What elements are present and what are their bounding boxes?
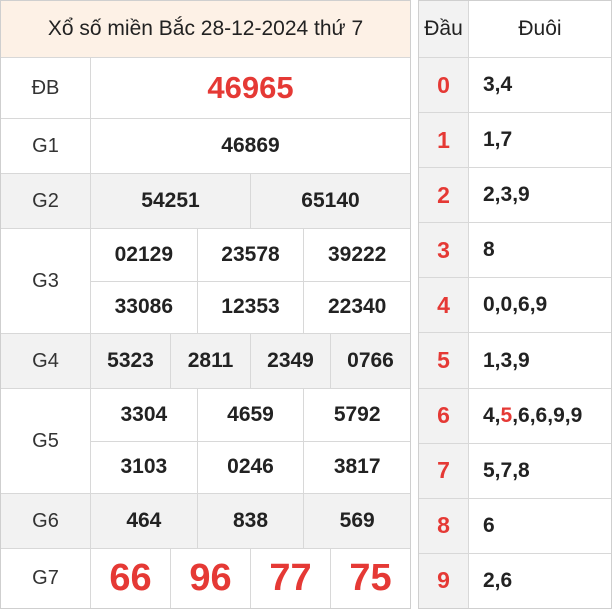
- loto-head-column-title: Đầu: [419, 1, 469, 57]
- prize-value-g4: 2811: [170, 334, 250, 388]
- prize-label-g5: G5: [1, 389, 91, 493]
- prize-value-g5: 5792: [303, 389, 410, 441]
- prize-value-g4: 5323: [107, 349, 154, 372]
- loto-head-digit: 7: [419, 443, 469, 498]
- loto-tail-digits: 2,3,9: [469, 168, 611, 222]
- loto-row: 86: [419, 498, 611, 554]
- prize-label-g3: G3: [1, 229, 91, 333]
- loto-tail-highlight: 5: [500, 403, 513, 427]
- loto-head-digit: 9: [419, 553, 469, 608]
- loto-row: 4 0,0,6,9: [419, 278, 611, 334]
- loto-tail-segment: 1,7: [483, 128, 513, 152]
- prize-value-g3: 39222: [303, 229, 410, 281]
- prize-value-g5: 4659: [196, 389, 304, 441]
- prize-label-g1: G1: [1, 119, 91, 173]
- prize-label-g6: G6: [1, 494, 91, 548]
- prize-value-db: 46965: [207, 70, 294, 105]
- prize-row-g2: G2 54251 65140: [1, 174, 410, 229]
- prize-row-g4: G4 5323 2811 2349 0766: [1, 334, 410, 389]
- prize-row-g1: G1 46869: [1, 119, 410, 174]
- loto-tail-digits: 3,4: [469, 58, 611, 112]
- loto-row: 0 3,4: [419, 58, 611, 114]
- prize-row-g3: G3 02129 23578 39222 33086 12353 22340: [1, 229, 410, 334]
- prize-value-g5: 3817: [303, 441, 410, 493]
- loto-tail-segment: 3,4: [483, 73, 513, 97]
- prize-value-g3: 23578: [196, 229, 304, 281]
- prize-value-g6: 569: [303, 494, 410, 548]
- loto-tail-digits: 1,7: [469, 113, 611, 167]
- loto-tail-digits: 5,7,8: [469, 444, 611, 498]
- loto-row: 7 5,7,8: [419, 443, 611, 499]
- loto-tail-segment: 0,0,6,9: [483, 293, 548, 317]
- prize-row-g6: G6 464 838 569: [1, 494, 410, 549]
- loto-table: Đầu Đuôi 0 3,4 1 1,7 2 2,3,9 3 8 4 0,0,6,9 5 1,3,9 6…: [418, 0, 612, 609]
- loto-tail-column-title: Đuôi: [518, 17, 562, 40]
- loto-head-digit: 8: [419, 498, 469, 553]
- loto-tail-digits: 4, 5,6,6,9,9: [469, 389, 611, 443]
- results-title: Xổ số miền Bắc 28-12-2024 thứ 7: [1, 1, 410, 58]
- loto-tail-digits: 6: [469, 499, 611, 553]
- loto-head-digit: 5: [419, 333, 469, 388]
- prize-value-g7: 75: [330, 549, 410, 608]
- loto-head-digit: 1: [419, 113, 469, 168]
- loto-row: 5 1,3,9: [419, 333, 611, 389]
- prize-value-g5: 3304: [120, 402, 168, 426]
- prize-value-g2: 65140: [250, 174, 410, 228]
- loto-head-digit: 3: [419, 223, 469, 278]
- prize-value-g6: 838: [196, 494, 304, 548]
- prize-value-g3: 33086: [114, 295, 174, 319]
- loto-row: 9 2,6: [419, 553, 611, 608]
- loto-body: 0 3,4 1 1,7 2 2,3,9 3 8 4 0,0,6,9 5 1,3,9 6 4, 5,6,6,9…: [419, 58, 611, 608]
- prize-value-g5: 3103: [120, 455, 168, 479]
- prize-value-g3: 22340: [303, 281, 410, 333]
- prize-value-g4: 2349: [250, 334, 330, 388]
- prize-label-g4: G4: [1, 334, 91, 388]
- prize-value-g7: 96: [170, 549, 250, 608]
- loto-tail-segment: 6: [483, 513, 495, 537]
- loto-head-digit: 0: [419, 58, 469, 113]
- loto-head-digit: 6: [419, 388, 469, 443]
- prize-value-g5: 0246: [196, 441, 304, 493]
- results-table: Xổ số miền Bắc 28-12-2024 thứ 7 ĐB 46965…: [0, 0, 411, 609]
- prize-row-g5: G5 3304 4659 5792 3103 0246 3817: [1, 389, 410, 494]
- prize-label-g7: G7: [1, 549, 91, 608]
- loto-tail-digits: 2,6: [469, 554, 611, 608]
- loto-row: 2 2,3,9: [419, 168, 611, 224]
- prize-row-db: ĐB 46965: [1, 58, 410, 119]
- loto-tail-segment: 8: [483, 238, 495, 262]
- prize-value-g7: 77: [250, 549, 330, 608]
- loto-head-digit: 4: [419, 278, 469, 333]
- prize-value-g2: 54251: [141, 189, 200, 212]
- loto-head-digit: 2: [419, 168, 469, 223]
- loto-tail-segment: 1,3,9: [483, 348, 530, 372]
- prize-value-g3: 12353: [196, 281, 304, 333]
- loto-tail-digits: 8: [469, 223, 611, 277]
- prize-label-g2: G2: [1, 174, 91, 228]
- loto-row: 38: [419, 223, 611, 279]
- prize-value-g6: 464: [126, 509, 162, 532]
- loto-tail-digits: 0,0,6,9: [469, 278, 611, 332]
- loto-header: Đầu Đuôi: [419, 1, 611, 58]
- loto-tail-segment: 5,7,8: [483, 458, 530, 482]
- loto-row: 6 4, 5,6,6,9,9: [419, 388, 611, 444]
- prize-value-g1: 46869: [221, 134, 280, 157]
- prize-label-db: ĐB: [1, 58, 91, 118]
- prize-row-g7: G7 66 96 77 75: [1, 549, 410, 608]
- loto-tail-segment: 2,6: [483, 568, 513, 592]
- loto-tail-segment: 2,3,9: [483, 183, 530, 207]
- loto-row: 1 1,7: [419, 113, 611, 169]
- prize-value-g4: 0766: [330, 334, 410, 388]
- loto-tail-digits: 1,3,9: [469, 333, 611, 387]
- prize-value-g7: 66: [109, 557, 152, 599]
- prize-value-g3: 02129: [114, 242, 174, 266]
- loto-tail-segment: 4,: [483, 403, 501, 427]
- loto-tail-segment: ,6,6,9,9: [512, 403, 583, 427]
